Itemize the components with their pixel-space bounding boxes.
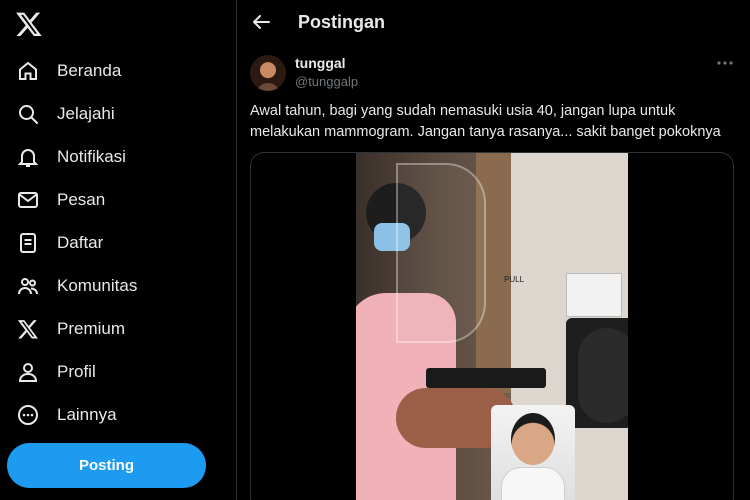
video-sign: PULL [504,275,525,284]
sidebar-item-daftar[interactable]: Daftar [16,225,103,261]
sidebar-item-beranda[interactable]: Beranda [16,53,121,89]
sidebar-item-komunitas[interactable]: Komunitas [16,268,137,304]
person-icon [16,360,40,384]
video-player[interactable]: PULL [356,153,628,500]
video-poster [566,273,622,317]
x-logo-icon [16,317,40,341]
people-icon [16,274,40,298]
back-arrow-icon[interactable] [249,10,273,34]
sidebar-item-profil[interactable]: Profil [16,354,96,390]
more-circle-icon [16,403,40,427]
home-icon [16,59,40,83]
sidebar-item-label: Komunitas [57,276,138,295]
sidebar-item-label: Premium [57,319,126,338]
sidebar-item-label: Daftar [57,233,104,252]
more-options-icon[interactable] [715,55,735,71]
avatar[interactable] [250,55,286,91]
sidebar-item-label: Pesan [57,190,106,209]
mail-icon [16,188,40,212]
sidebar-item-jelajahi[interactable]: Jelajahi [16,96,115,132]
author-handle[interactable]: @tunggalp [295,74,358,89]
video-plate [426,368,546,388]
video-shield [396,163,486,343]
sidebar-item-label: Notifikasi [57,147,126,166]
sidebar-item-pesan[interactable]: Pesan [16,182,105,218]
bell-icon [16,145,40,169]
sidebar-item-premium[interactable]: Premium [16,311,125,347]
page-title: Postingan [298,12,386,32]
list-icon [16,231,40,255]
sidebar-item-lainnya[interactable]: Lainnya [16,397,117,433]
sidebar-item-label: Profil [57,362,96,381]
video-machine [566,318,628,428]
sidebar-item-label: Jelajahi [57,104,115,123]
sidebar-item-label: Beranda [57,61,122,80]
post-detail: Postingan tunggal @tunggalp Awal tahun, … [237,0,750,500]
media-container[interactable]: PULL [250,152,734,500]
sidebar-item-notifikasi[interactable]: Notifikasi [16,139,126,175]
sidebar: Beranda Jelajahi Notifikasi Pesan Daftar… [0,0,236,500]
video-inset-presenter [491,405,575,500]
post-button[interactable]: Posting [7,443,206,488]
search-icon [16,102,40,126]
sidebar-item-label: Lainnya [57,405,117,424]
x-logo-icon[interactable] [15,10,43,38]
author-name[interactable]: tunggal [295,55,346,71]
post-text: Awal tahun, bagi yang sudah nemasuki usi… [250,103,721,140]
